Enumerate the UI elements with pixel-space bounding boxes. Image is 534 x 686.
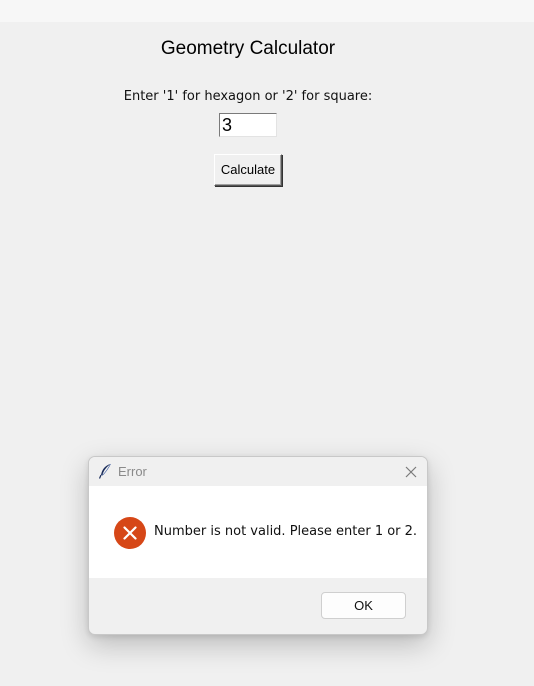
feather-icon (98, 463, 112, 479)
shape-prompt-label: Enter '1' for hexagon or '2' for square: (123, 89, 373, 104)
dialog-title: Error (118, 464, 147, 479)
window-top-strip (0, 0, 534, 22)
close-icon[interactable] (404, 464, 418, 478)
error-message: Number is not valid. Please enter 1 or 2… (154, 524, 418, 539)
error-icon (113, 516, 147, 550)
dialog-body: Number is not valid. Please enter 1 or 2… (89, 486, 427, 578)
shape-number-input[interactable]: 3 (219, 113, 277, 137)
page-title: Geometry Calculator (160, 38, 336, 59)
error-dialog: Error Number is not valid. Please enter … (88, 456, 428, 635)
calculate-button[interactable]: Calculate (214, 154, 282, 186)
dialog-titlebar[interactable]: Error (89, 457, 427, 486)
ok-button[interactable]: OK (321, 592, 406, 619)
